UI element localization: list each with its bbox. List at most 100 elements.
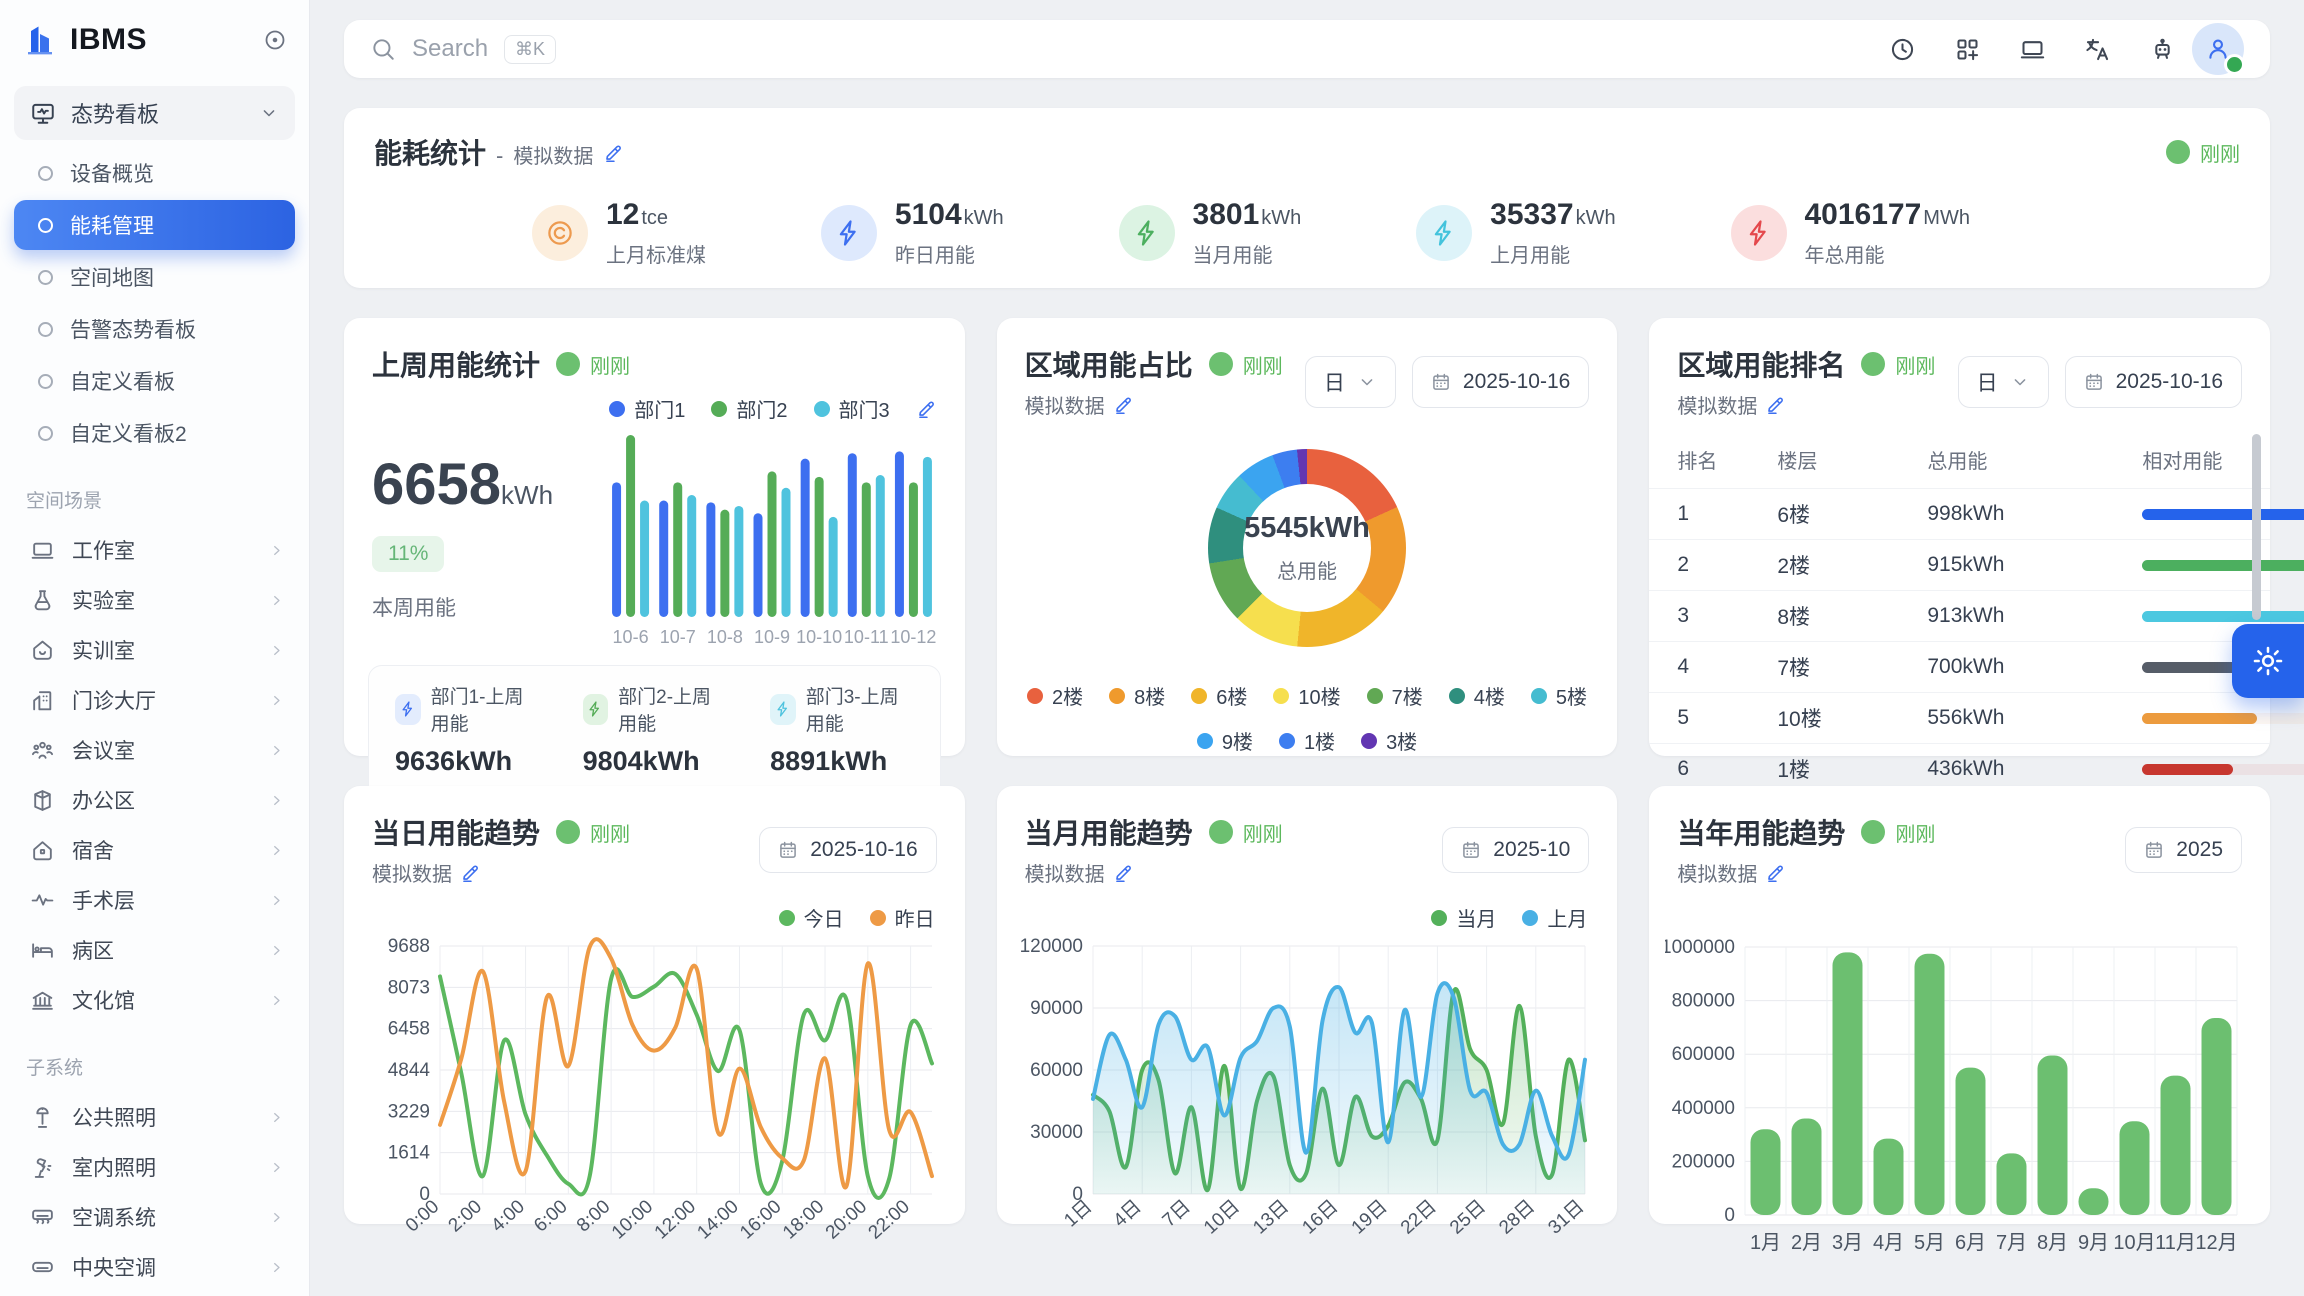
- history-icon[interactable]: [1889, 36, 1916, 63]
- refresh-badge: 刚刚: [556, 818, 630, 847]
- topbar: Search ⌘K: [344, 20, 2270, 78]
- main-area: Search ⌘K 能耗统计 - 模拟数据 刚刚 12tce上月标准煤5104k…: [310, 0, 2304, 1296]
- sidebar-item-中央空调[interactable]: 中央空调: [14, 1242, 295, 1292]
- edit-icon[interactable]: [1765, 862, 1786, 883]
- svg-text:0:00: 0:00: [402, 1196, 444, 1236]
- data-source-label: 模拟数据: [1025, 858, 1105, 887]
- sidebar-item-公共照明[interactable]: 公共照明: [14, 1092, 295, 1142]
- chevron-right-icon: [268, 942, 285, 959]
- svg-text:3月: 3月: [1832, 1232, 1863, 1254]
- settings-fab[interactable]: [2232, 624, 2304, 698]
- legend-item-8楼[interactable]: 8楼: [1109, 681, 1165, 710]
- monthly-legend: 当月上月: [997, 887, 1618, 932]
- chevron-right-icon: [268, 1259, 285, 1276]
- search-input[interactable]: Search: [412, 35, 488, 63]
- daily-line-chart: 01614322948446458807396880:002:004:006:0…: [344, 932, 965, 1270]
- ranking-table-header: 排名楼层总用能相对用能: [1649, 445, 2270, 474]
- edit-icon[interactable]: [460, 862, 481, 883]
- legend-item-今日[interactable]: 今日: [779, 903, 844, 932]
- sidebar-item-能耗管理[interactable]: 能耗管理: [14, 200, 295, 250]
- avatar[interactable]: [2192, 23, 2244, 75]
- legend-item-10楼[interactable]: 10楼: [1273, 681, 1340, 710]
- legend-item-上月[interactable]: 上月: [1522, 903, 1587, 932]
- period-select[interactable]: 日: [1305, 356, 1396, 408]
- legend-item-9楼[interactable]: 9楼: [1197, 726, 1253, 755]
- legend-item-部门1[interactable]: 部门1: [609, 394, 685, 423]
- device-icon[interactable]: [2019, 36, 2046, 63]
- legend-item-部门3[interactable]: 部门3: [814, 394, 890, 423]
- sidebar-item-宿舍[interactable]: 宿舍: [14, 825, 295, 875]
- sidebar-item-文化馆[interactable]: 文化馆: [14, 975, 295, 1025]
- legend-item-2楼[interactable]: 2楼: [1027, 681, 1083, 710]
- svg-text:8:00: 8:00: [573, 1196, 615, 1236]
- sidebar-group-态势看板[interactable]: 态势看板: [14, 86, 295, 140]
- svg-text:10-11: 10-11: [844, 627, 889, 647]
- svg-text:60000: 60000: [1030, 1060, 1083, 1081]
- svg-text:6458: 6458: [388, 1019, 430, 1040]
- translate-icon[interactable]: [2084, 36, 2111, 63]
- legend-item-5楼[interactable]: 5楼: [1531, 681, 1587, 710]
- legend-item-3楼[interactable]: 3楼: [1361, 726, 1417, 755]
- sidebar-item-会议室[interactable]: 会议室: [14, 725, 295, 775]
- sidebar-collapse-icon[interactable]: [263, 28, 287, 52]
- svg-text:14:00: 14:00: [693, 1196, 742, 1243]
- sidebar-item-室内照明[interactable]: 室内照明: [14, 1142, 295, 1192]
- sidebar-item-告警态势看板[interactable]: 告警态势看板: [14, 304, 295, 354]
- building-icon: [30, 688, 55, 713]
- ranking-scrollbar[interactable]: [2252, 434, 2261, 620]
- edit-icon[interactable]: [1113, 862, 1134, 883]
- sidebar-item-空调系统[interactable]: 空调系统: [14, 1192, 295, 1242]
- chevron-down-icon: [259, 103, 279, 123]
- sidebar-item-手术层[interactable]: 手术层: [14, 875, 295, 925]
- svg-text:8月: 8月: [2037, 1232, 2068, 1254]
- sidebar-item-办公区[interactable]: 办公区: [14, 775, 295, 825]
- legend-item-当月[interactable]: 当月: [1431, 903, 1496, 932]
- edit-icon[interactable]: [916, 398, 937, 419]
- legend-item-6楼[interactable]: 6楼: [1191, 681, 1247, 710]
- date-picker[interactable]: 2025-10-16: [2065, 356, 2242, 408]
- flask-icon: [30, 588, 55, 613]
- overview-stat-当月用能: 3801kWh当月用能: [1119, 198, 1302, 268]
- sidebar-item-自定义看板[interactable]: 自定义看板: [14, 356, 295, 406]
- svg-text:10日: 10日: [1200, 1196, 1244, 1238]
- overview-stat-昨日用能: 5104kWh昨日用能: [821, 198, 1004, 268]
- sidebar-item-设备概览[interactable]: 设备概览: [14, 148, 295, 198]
- legend-item-7楼[interactable]: 7楼: [1367, 681, 1423, 710]
- sidebar-item-新风系统[interactable]: 新风系统: [14, 1292, 295, 1296]
- sidebar-item-病区[interactable]: 病区: [14, 925, 295, 975]
- legend-item-昨日[interactable]: 昨日: [870, 903, 935, 932]
- assistant-icon[interactable]: [2149, 36, 2176, 63]
- edit-icon[interactable]: [1113, 394, 1134, 415]
- monthly-area-chart: 03000060000900001200001日4日7日10日13日16日19日…: [997, 932, 1618, 1270]
- weekly-bar-chart: 10-610-710-810-910-1010-1110-12: [604, 425, 937, 651]
- sidebar-item-实训室[interactable]: 实训室: [14, 625, 295, 675]
- legend-item-1楼[interactable]: 1楼: [1279, 726, 1335, 755]
- edit-icon[interactable]: [1765, 394, 1786, 415]
- sidebar-item-工作室[interactable]: 工作室: [14, 525, 295, 575]
- central-ac-icon: [30, 1255, 55, 1280]
- sidebar-item-自定义看板2[interactable]: 自定义看板2: [14, 408, 295, 458]
- svg-text:31日: 31日: [1544, 1196, 1588, 1238]
- sidebar-item-空间地图[interactable]: 空间地图: [14, 252, 295, 302]
- bolt-icon: [1416, 205, 1472, 261]
- overview-stats: 12tce上月标准煤5104kWh昨日用能3801kWh当月用能35337kWh…: [374, 172, 2240, 268]
- date-picker[interactable]: 2025-10-16: [759, 827, 936, 873]
- edit-icon[interactable]: [603, 142, 624, 163]
- sidebar-item-实验室[interactable]: 实验室: [14, 575, 295, 625]
- period-select[interactable]: 日: [1958, 356, 2049, 408]
- legend-item-部门2[interactable]: 部门2: [711, 394, 787, 423]
- sidebar-section-heading: 空间场景: [26, 486, 295, 513]
- svg-text:800000: 800000: [1672, 991, 1735, 1012]
- date-picker[interactable]: 2025-10: [1442, 827, 1589, 873]
- bolt-icon: [1119, 205, 1175, 261]
- daily-legend: 今日昨日: [344, 887, 965, 932]
- legend-item-4楼[interactable]: 4楼: [1449, 681, 1505, 710]
- svg-text:2月: 2月: [1791, 1232, 1822, 1254]
- date-picker[interactable]: 2025-10-16: [1412, 356, 1589, 408]
- widgets-icon[interactable]: [1954, 36, 1981, 63]
- ac-icon: [30, 1205, 55, 1230]
- sidebar-item-门诊大厅[interactable]: 门诊大厅: [14, 675, 295, 725]
- weekly-delta-badge: 11%: [372, 536, 444, 572]
- date-picker[interactable]: 2025: [2125, 827, 2242, 873]
- office-icon: [30, 788, 55, 813]
